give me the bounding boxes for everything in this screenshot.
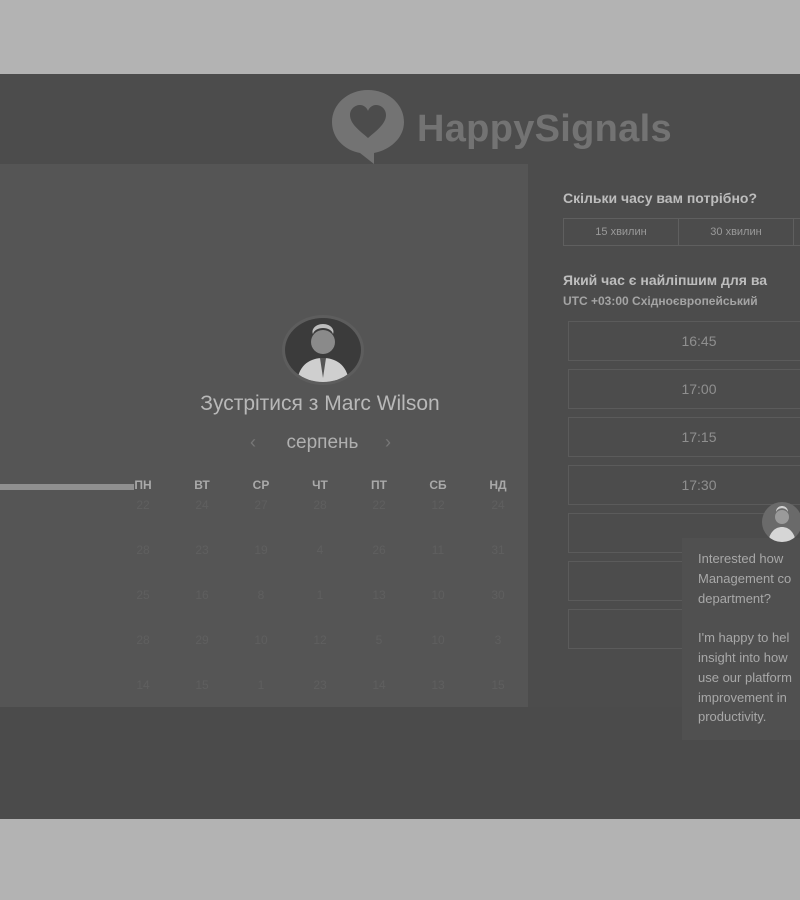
calendar-day[interactable]: 5 bbox=[351, 633, 407, 647]
calendar-day[interactable]: 1 bbox=[292, 588, 348, 602]
calendar-day[interactable]: 28 bbox=[292, 498, 348, 512]
calendar-day[interactable]: 10 bbox=[233, 633, 289, 647]
booking-calendar-panel: Зустрітися з Marc Wilson ‹ серпень › ПН … bbox=[0, 164, 528, 707]
brand-name: HappySignals bbox=[417, 108, 672, 150]
calendar-day[interactable]: 28 bbox=[115, 543, 171, 557]
calendar-day[interactable]: 3 bbox=[470, 633, 526, 647]
calendar-day[interactable]: 25 bbox=[115, 588, 171, 602]
calendar-day[interactable]: 29 bbox=[174, 633, 230, 647]
calendar-day[interactable]: 30 bbox=[470, 588, 526, 602]
chat-line: productivity. bbox=[698, 709, 767, 725]
chat-line: department? bbox=[698, 590, 771, 606]
calendar-day[interactable]: 24 bbox=[470, 498, 526, 512]
person-silhouette-icon bbox=[297, 324, 349, 382]
chat-line: use our platform bbox=[698, 669, 792, 685]
calendar-day[interactable]: 14 bbox=[115, 678, 171, 692]
calendar-day[interactable]: 24 bbox=[174, 498, 230, 512]
chat-line: I'm happy to hel bbox=[698, 630, 790, 646]
calendar-day[interactable]: 12 bbox=[410, 498, 466, 512]
calendar-day[interactable]: 16 bbox=[174, 588, 230, 602]
time-slot[interactable]: 17:15 bbox=[568, 417, 800, 457]
calendar-day[interactable]: 27 bbox=[233, 498, 289, 512]
weekday-label: ЧТ bbox=[312, 478, 328, 492]
chat-paragraph: Interested how Management co department? bbox=[698, 549, 800, 608]
month-label: серпень bbox=[286, 432, 359, 453]
chat-paragraph: I'm happy to hel insight into how use ou… bbox=[698, 628, 800, 727]
weekday-label: СБ bbox=[429, 478, 447, 492]
chat-line: improvement in bbox=[698, 689, 787, 705]
weekday-label: НД bbox=[489, 478, 507, 492]
calendar-day[interactable]: 28 bbox=[115, 633, 171, 647]
calendar-day[interactable]: 12 bbox=[292, 633, 348, 647]
duration-options: 15 хвилин 30 хвилин bbox=[563, 218, 800, 246]
time-slot[interactable]: 16:45 bbox=[568, 321, 800, 361]
chat-line: insight into how bbox=[698, 649, 788, 665]
loading-bar bbox=[0, 484, 134, 490]
calendar-day[interactable]: 13 bbox=[410, 678, 466, 692]
calendar-day[interactable]: 26 bbox=[351, 543, 407, 557]
duration-option-30[interactable]: 30 хвилин bbox=[679, 219, 794, 245]
weekday-label: ПТ bbox=[371, 478, 387, 492]
calendar-day[interactable]: 31 bbox=[470, 543, 526, 557]
chat-agent-avatar[interactable] bbox=[762, 502, 800, 542]
calendar-day[interactable]: 19 bbox=[233, 543, 289, 557]
weekday-label: ПН bbox=[134, 478, 152, 492]
calendar-day[interactable]: 10 bbox=[410, 633, 466, 647]
month-navigator: ‹ серпень › bbox=[250, 432, 395, 456]
duration-option-15[interactable]: 15 хвилин bbox=[564, 219, 679, 245]
calendar-day[interactable]: 23 bbox=[292, 678, 348, 692]
weekday-label: СР bbox=[252, 478, 270, 492]
calendar-day[interactable]: 10 bbox=[410, 588, 466, 602]
calendar-day[interactable]: 14 bbox=[351, 678, 407, 692]
host-avatar bbox=[282, 315, 364, 385]
page-frame: HappySignals Зустрітися з Marc Wilson ‹ … bbox=[0, 74, 800, 819]
calendar-day[interactable]: 15 bbox=[174, 678, 230, 692]
duration-question: Скільки часу вам потрібно? bbox=[563, 190, 758, 206]
weekday-label: ВТ bbox=[194, 478, 210, 492]
weekday-header: ПН ВТ СР ЧТ ПТ СБ НД bbox=[115, 478, 525, 498]
happysignals-logo: HappySignals bbox=[330, 86, 750, 164]
time-slot[interactable]: 17:00 bbox=[568, 369, 800, 409]
calendar-day[interactable]: 13 bbox=[351, 588, 407, 602]
calendar-day[interactable]: 4 bbox=[292, 543, 348, 557]
time-question: Який час є найліпшим для ва bbox=[563, 272, 768, 288]
chat-line: Management co bbox=[698, 570, 792, 586]
calendar-day[interactable]: 8 bbox=[233, 588, 289, 602]
calendar-day[interactable]: 23 bbox=[174, 543, 230, 557]
chat-line: Interested how bbox=[698, 551, 784, 566]
chat-message: Interested how Management co department?… bbox=[698, 549, 800, 747]
time-slot[interactable]: 17:30 bbox=[568, 465, 800, 505]
next-month-icon[interactable]: › bbox=[385, 432, 391, 453]
calendar-day[interactable]: 15 bbox=[470, 678, 526, 692]
timezone-label[interactable]: UTC +03:00 Східноєвропейський bbox=[563, 294, 758, 308]
calendar-day[interactable]: 22 bbox=[115, 498, 171, 512]
heart-bubble-icon bbox=[332, 90, 404, 164]
calendar-day[interactable]: 11 bbox=[410, 543, 466, 557]
footer-area bbox=[0, 707, 800, 819]
calendar-day[interactable]: 22 bbox=[351, 498, 407, 512]
person-silhouette-icon bbox=[768, 506, 796, 542]
calendar-day[interactable]: 1 bbox=[233, 678, 289, 692]
